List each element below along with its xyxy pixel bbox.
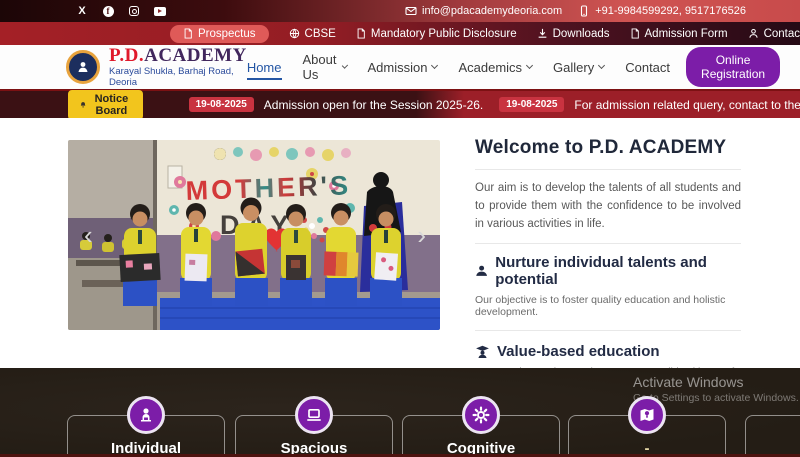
main-nav: Home About Us Admission Academics Galler…	[247, 52, 670, 82]
map-icon	[628, 396, 666, 434]
phone-link[interactable]: +91-9984599292, 9517176526	[578, 5, 746, 17]
downloads-label: Downloads	[553, 28, 610, 40]
school-name-secondary: ACADEMY	[144, 45, 247, 66]
school-name-primary: P.D.	[109, 45, 144, 66]
feature-title: Nurture individual talents and potential	[495, 254, 741, 288]
brand-logo-group[interactable]: P.D.ACADEMY Karayal Shukla, Barhaj Road,…	[66, 46, 247, 89]
welcome-intro: Our aim is to develop the talents of all…	[475, 180, 741, 233]
cbse-label: CBSE	[305, 28, 336, 40]
hero-caption-line1: MOTHER'S	[185, 170, 351, 206]
cbse-link[interactable]: CBSE	[289, 28, 336, 40]
chevron-down-icon	[598, 62, 605, 69]
facebook-icon[interactable]: f	[102, 5, 114, 17]
main-content: MOTHER'S DAY	[0, 118, 800, 368]
nav-home[interactable]: Home	[247, 60, 282, 80]
divider	[475, 169, 741, 170]
nav-academics[interactable]: Academics	[458, 60, 532, 75]
school-name: P.D.ACADEMY	[109, 46, 247, 66]
envelope-icon	[405, 5, 417, 17]
hero-carousel: MOTHER'S DAY	[68, 140, 440, 330]
document-icon	[183, 28, 193, 39]
notice-board-button[interactable]: Notice Board	[68, 90, 143, 120]
notice-ticker: 19-08-2025 Admission open for the Sessio…	[189, 97, 800, 112]
divider	[475, 243, 741, 244]
bell-icon	[80, 99, 86, 111]
globe-icon	[289, 28, 300, 39]
phone-text: +91-9984599292, 9517176526	[595, 5, 746, 17]
instagram-icon[interactable]	[128, 5, 140, 17]
graduate-icon	[475, 345, 490, 359]
welcome-section: Welcome to P.D. ACADEMY Our aim is to de…	[475, 137, 741, 390]
feature-item: Nurture individual talents and potential…	[475, 254, 741, 318]
carousel-next-button[interactable]: ›	[417, 222, 426, 248]
logo-emblem-icon	[75, 59, 91, 75]
facility-card-individual[interactable]: Individual	[67, 415, 225, 457]
notice-text: Admission open for the Session 2025-26.	[264, 98, 483, 112]
downloads-link[interactable]: Downloads	[537, 28, 610, 40]
mothers-day-photo: MOTHER'S DAY	[68, 140, 440, 330]
mandatory-public-disclosure-link[interactable]: Mandatory Public Disclosure	[356, 28, 517, 40]
chevron-down-icon	[431, 62, 438, 69]
x-twitter-icon[interactable]: X	[76, 5, 88, 17]
contact-info: info@pdacademydeoria.com +91-9984599292,…	[405, 5, 746, 17]
chevron-down-icon	[526, 62, 533, 69]
site-header: P.D.ACADEMY Karayal Shukla, Barhaj Road,…	[0, 45, 800, 91]
nav-admission[interactable]: Admission	[367, 60, 437, 75]
nav-about-us[interactable]: About Us	[303, 52, 347, 82]
laptop-icon	[295, 396, 333, 434]
facility-card-cognitive[interactable]: Cognitive	[402, 415, 560, 457]
carousel-prev-button[interactable]: ‹	[84, 222, 93, 248]
contact-us-label: Contact Us	[764, 28, 800, 40]
email-link[interactable]: info@pdacademydeoria.com	[405, 5, 562, 17]
notice-text: For admission related query, contact to …	[574, 98, 800, 112]
notice-date-badge: 19-08-2025	[499, 97, 564, 112]
document-icon	[630, 28, 640, 39]
school-logo	[66, 50, 100, 84]
facilities-section: Activate Windows Go to Settings to activ…	[0, 368, 800, 457]
person-bust-icon	[475, 264, 488, 278]
social-links: X f	[76, 5, 166, 17]
prospectus-button[interactable]: Prospectus	[170, 25, 269, 43]
notice-date-badge: 19-08-2025	[189, 97, 254, 112]
watermark-title: Activate Windows	[633, 374, 799, 390]
admission-form-label: Admission Form	[645, 28, 728, 40]
feature-title: Value-based education	[497, 343, 660, 360]
divider	[475, 330, 741, 331]
youtube-icon[interactable]	[154, 5, 166, 17]
quick-links-bar: Prospectus CBSE Mandatory Public Disclos…	[0, 22, 800, 45]
online-registration-button[interactable]: Online Registration	[686, 47, 780, 87]
gear-icon	[462, 396, 500, 434]
download-icon	[537, 28, 548, 39]
page: X f info@pdacademydeoria.com +91-9984599…	[0, 0, 800, 457]
email-text: info@pdacademydeoria.com	[422, 5, 562, 17]
admission-form-link[interactable]: Admission Form	[630, 28, 728, 40]
notice-item: 19-08-2025 Admission open for the Sessio…	[189, 97, 484, 112]
notice-board-label: Notice Board	[92, 93, 130, 117]
nav-gallery[interactable]: Gallery	[553, 60, 604, 75]
top-contact-bar: X f info@pdacademydeoria.com +91-9984599…	[0, 0, 800, 22]
school-address: Karayal Shukla, Barhaj Road, Deoria	[109, 66, 247, 88]
prospectus-label: Prospectus	[198, 28, 256, 40]
facility-card-4[interactable]: -	[568, 415, 726, 457]
disclosure-label: Mandatory Public Disclosure	[371, 28, 517, 40]
welcome-title: Welcome to P.D. ACADEMY	[475, 137, 741, 159]
facility-card-partial[interactable]	[745, 415, 800, 457]
facility-card-spacious[interactable]: Spacious	[235, 415, 393, 457]
brand-text: P.D.ACADEMY Karayal Shukla, Barhaj Road,…	[109, 46, 247, 89]
notice-item: 19-08-2025 For admission related query, …	[499, 97, 800, 112]
feature-description: Our objective is to foster quality educa…	[475, 294, 741, 318]
contact-us-link[interactable]: Contact Us	[748, 28, 800, 40]
person-icon	[748, 28, 759, 39]
document-icon	[356, 28, 366, 39]
person-podium-icon	[127, 396, 165, 434]
chevron-down-icon	[342, 62, 348, 68]
mobile-phone-icon	[578, 5, 590, 17]
nav-contact[interactable]: Contact	[625, 60, 670, 75]
notice-bar: Notice Board 19-08-2025 Admission open f…	[0, 91, 800, 118]
